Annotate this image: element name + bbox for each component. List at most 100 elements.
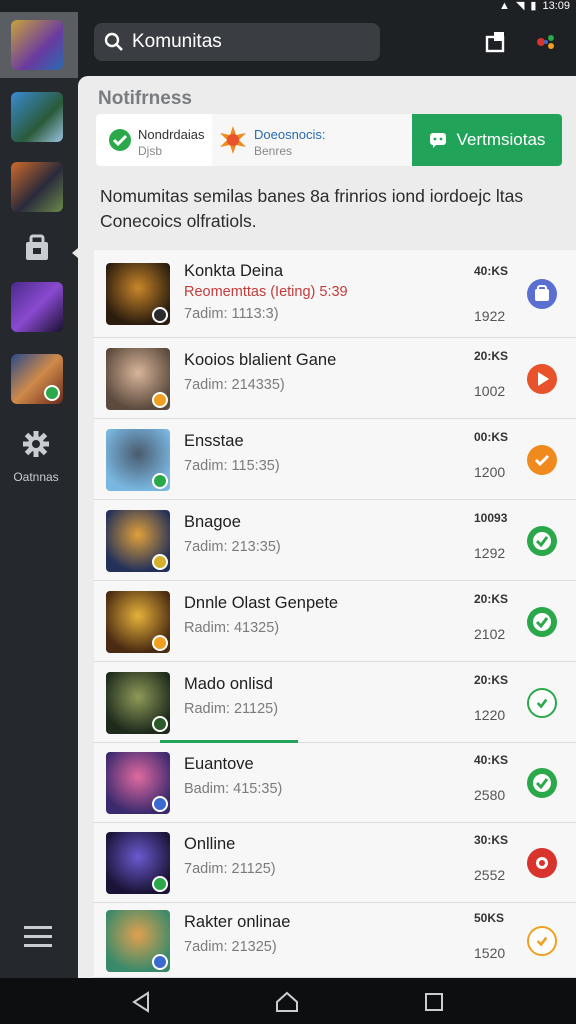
- check-ring-button[interactable]: [527, 768, 557, 798]
- list-item[interactable]: Ensstae 7adim: 115:35) 00:KS 1200: [94, 419, 576, 500]
- check-button[interactable]: [527, 445, 557, 475]
- game-title: Rakter onlinae: [184, 913, 291, 931]
- game-title: Euantove: [184, 755, 254, 773]
- game-thumbnail[interactable]: [106, 910, 170, 972]
- game-thumbnail[interactable]: [106, 348, 170, 410]
- game-size: 50KS: [474, 911, 505, 925]
- list-item[interactable]: Konkta Deina Reomemttas (Ieting) 5:39 7a…: [94, 250, 576, 338]
- search-text: Komunitas: [132, 31, 222, 52]
- chat-icon: [429, 133, 446, 148]
- tab-1-line1: Nondrdaias: [138, 127, 205, 142]
- tab-discover[interactable]: Doeosnocis: Benres: [212, 114, 412, 166]
- tab-1-line2: Djsb: [138, 144, 163, 158]
- game-highlight: Reomemttas (Ieting) 5:39: [184, 284, 348, 300]
- game-subtitle: 7adim: 21325): [184, 939, 277, 955]
- game-title: Konkta Deina: [184, 262, 284, 280]
- burst-icon: [220, 126, 246, 154]
- thumbnail-badge: [152, 635, 168, 651]
- check-icon: [534, 454, 550, 467]
- list-item[interactable]: Kooios blalient Gane 7adim: 214335) 20:K…: [94, 338, 576, 419]
- thumbnail-badge: [152, 392, 168, 408]
- play-button[interactable]: [527, 364, 557, 394]
- rail-game-tile-4[interactable]: [11, 282, 63, 332]
- game-subtitle: 7adim: 21125): [184, 861, 276, 877]
- home-icon[interactable]: [275, 990, 299, 1014]
- check-outline-button[interactable]: [527, 926, 557, 956]
- game-subtitle: Radim: 21125): [184, 701, 279, 717]
- check-ring-button[interactable]: [527, 526, 557, 556]
- game-thumbnail[interactable]: [106, 832, 170, 894]
- game-subtitle: 7adim: 213:35): [184, 539, 281, 555]
- thumbnail-badge: [152, 307, 168, 323]
- list-item[interactable]: Mado onlisd Radim: 21125) 20:KS 1220: [94, 662, 576, 743]
- main-panel: Notifrness Nondrdaias Djsb Doeosnocis: B…: [78, 76, 576, 978]
- check-outline-button[interactable]: [527, 688, 557, 718]
- list-item[interactable]: Bnagoe 7adim: 213:35) 10093 1292: [94, 500, 576, 581]
- thumbnail-badge: [152, 954, 168, 970]
- game-count: 1220: [474, 707, 506, 723]
- game-thumbnail[interactable]: [106, 591, 170, 653]
- list-item[interactable]: Rakter onlinae 7adim: 21325) 50KS 1520: [94, 903, 576, 978]
- filter-tabs: Nondrdaias Djsb Doeosnocis: Benres Vertm…: [96, 114, 562, 166]
- game-thumbnail[interactable]: [106, 263, 170, 325]
- navigation-bar: [0, 978, 576, 1024]
- game-size: 20:KS: [474, 592, 509, 606]
- record-icon: [536, 857, 548, 869]
- game-size: 40:KS: [474, 753, 509, 767]
- side-rail: Oatnnas: [0, 12, 78, 978]
- check-ring-icon: [533, 613, 551, 631]
- game-thumbnail[interactable]: [106, 510, 170, 572]
- battery-icon: ▮: [530, 0, 537, 12]
- share-icon[interactable]: [484, 30, 508, 54]
- play-icon: [538, 372, 549, 386]
- menu-icon[interactable]: [24, 924, 52, 955]
- game-size: 20:KS: [474, 349, 509, 363]
- game-thumbnail[interactable]: [106, 429, 170, 491]
- thumbnail-badge: [152, 716, 168, 732]
- bag-button[interactable]: [527, 279, 557, 309]
- game-size: 20:KS: [474, 673, 509, 687]
- game-list: Konkta Deina Reomemttas (Ieting) 5:39 7a…: [94, 250, 576, 978]
- tab-verified[interactable]: Vertmsiotas: [412, 114, 562, 166]
- bag-icon: [535, 285, 549, 301]
- online-badge: [44, 385, 60, 401]
- gear-icon[interactable]: [22, 430, 50, 465]
- game-title: Mado onlisd: [184, 675, 273, 693]
- game-size: 40:KS: [474, 264, 509, 278]
- recents-icon[interactable]: [422, 990, 446, 1014]
- game-thumbnail[interactable]: [106, 752, 170, 814]
- list-item[interactable]: Dnnle Olast Genpete Radim: 41325) 20:KS …: [94, 581, 576, 662]
- tab-2-line1: Doeosnocis:: [254, 127, 326, 142]
- list-item[interactable]: Onlline 7adim: 21125) 30:KS 2552: [94, 823, 576, 903]
- status-bar: ▲ ◥ ▮ 13:09: [0, 0, 576, 12]
- game-count: 2552: [474, 867, 506, 883]
- settings-label: Oatnnas: [13, 470, 59, 484]
- rail-game-tile-5[interactable]: [11, 354, 63, 404]
- check-ring-button[interactable]: [527, 607, 557, 637]
- back-icon[interactable]: [130, 990, 154, 1014]
- tab-notifications[interactable]: Nondrdaias Djsb: [96, 114, 212, 166]
- game-subtitle: 7adim: 1113:3): [184, 306, 279, 322]
- game-count: 2102: [474, 626, 506, 642]
- game-thumbnail[interactable]: [106, 672, 170, 734]
- list-item[interactable]: Euantove Badim: 415:35) 40:KS 2580: [94, 743, 576, 823]
- store-icon[interactable]: [24, 234, 50, 269]
- thumbnail-badge: [152, 554, 168, 570]
- game-count: 1292: [474, 545, 506, 561]
- game-subtitle: Badim: 415:35): [184, 781, 283, 797]
- status-icons: ▲ ◥ ▮ 13:09: [499, 0, 570, 12]
- check-circle-icon: [109, 129, 131, 151]
- tab-3-label: Vertmsiotas: [456, 130, 546, 149]
- rail-game-tile-3[interactable]: [11, 162, 63, 212]
- rail-game-tile-2[interactable]: [11, 92, 63, 142]
- game-count: 1922: [474, 308, 506, 324]
- game-subtitle: 7adim: 115:35): [184, 458, 280, 474]
- search-input[interactable]: Komunitas: [94, 23, 380, 61]
- search-icon: [104, 32, 123, 51]
- game-size: 00:KS: [474, 430, 509, 444]
- rail-game-tile-1[interactable]: [11, 20, 63, 70]
- game-subtitle: Radim: 41325): [184, 620, 280, 636]
- record-button[interactable]: [527, 848, 557, 878]
- gamepad-icon[interactable]: [534, 30, 558, 54]
- tab-2-line2: Benres: [254, 144, 293, 158]
